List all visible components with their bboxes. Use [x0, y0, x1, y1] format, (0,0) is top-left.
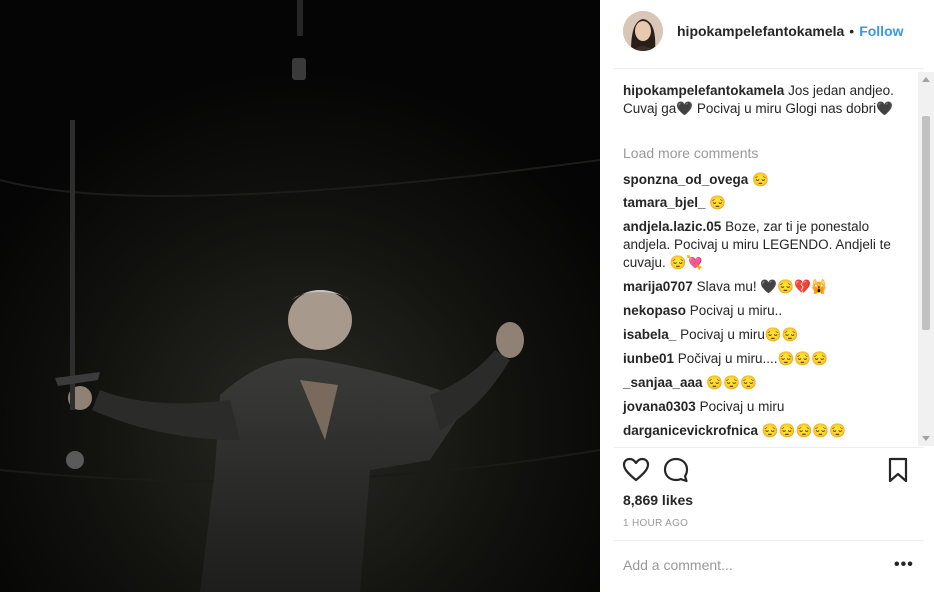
comment-username-link[interactable]: iunbe01 — [623, 351, 674, 366]
caption-username-link[interactable]: hipokampelefantokamela — [623, 83, 784, 98]
comment-item: sponzna_od_ovega 😔 — [623, 171, 899, 189]
comments-list[interactable]: hipokampelefantokamela Jos jedan andjeo.… — [600, 74, 920, 446]
comment-item: isabela_ Pocivaj u miru😔😔 — [623, 326, 899, 344]
action-bar — [600, 456, 934, 488]
likes-count[interactable]: 8,869 likes — [623, 492, 693, 508]
instagram-post-modal: hipokampelefantokamela • Follow hipokamp… — [0, 0, 934, 592]
comment-text: 😔😔😔 — [706, 375, 757, 390]
header-divider — [614, 68, 924, 69]
post-header: hipokampelefantokamela • Follow — [600, 0, 934, 62]
post-photo[interactable] — [0, 0, 600, 592]
header-separator: • — [849, 23, 855, 39]
comment-text: Pocivaj u miru — [699, 399, 785, 414]
heart-icon[interactable] — [622, 456, 650, 484]
load-more-comments-button[interactable]: Load more comments — [623, 145, 758, 161]
comment-username-link[interactable]: _sanjaa_aaa — [623, 375, 703, 390]
comment-username-link[interactable]: darganicevickrofnica — [623, 423, 758, 438]
bookmark-icon[interactable] — [884, 456, 912, 484]
post-side-panel: hipokampelefantokamela • Follow hipokamp… — [600, 0, 934, 592]
comment-item: iunbe01 Počivaj u miru....😔😔😔 — [623, 350, 899, 368]
scrollbar-thumb[interactable] — [922, 116, 930, 330]
header-username-link[interactable]: hipokampelefantokamela — [677, 23, 844, 39]
comment-username-link[interactable]: isabela_ — [623, 327, 676, 342]
stage-performer-image — [0, 0, 600, 592]
comment-item: _sanjaa_aaa 😔😔😔 — [623, 374, 899, 392]
caption: hipokampelefantokamela Jos jedan andjeo.… — [623, 82, 899, 118]
comments-scrollbar[interactable] — [918, 72, 934, 446]
comment-text: Počivaj u miru....😔😔😔 — [677, 351, 828, 366]
follow-button[interactable]: Follow — [859, 23, 903, 39]
comment-item: darganicevickrofnica 😔😔😔😔😔 — [623, 422, 899, 440]
comment-item: tamara_bjel_ 😔 — [623, 194, 899, 212]
comment-username-link[interactable]: tamara_bjel_ — [623, 195, 706, 210]
comment-item: nekopaso Pocivaj u miru.. — [623, 302, 899, 320]
comment-username-link[interactable]: andjela.lazic.05 — [623, 219, 721, 234]
scroll-up-arrow-icon[interactable] — [922, 77, 930, 82]
comment-text: Pocivaj u miru😔😔 — [680, 327, 799, 342]
comment-username-link[interactable]: marija0707 — [623, 279, 693, 294]
comment-text: Slava mu! 🖤😔💔🙀 — [696, 279, 828, 294]
comment-text: Pocivaj u miru.. — [689, 303, 783, 318]
actions-divider — [614, 447, 924, 448]
comment-item: marija0707 Slava mu! 🖤😔💔🙀 — [623, 278, 899, 296]
comment-text: 😔😔😔😔😔 — [761, 423, 846, 438]
comment-input-divider — [614, 540, 924, 541]
more-options-icon[interactable]: ••• — [894, 556, 914, 574]
comment-text: 😔 — [752, 172, 769, 187]
comment-item: andjela.lazic.05 Boze, zar ti je ponesta… — [623, 218, 899, 272]
comment-username-link[interactable]: sponzna_od_ovega — [623, 172, 748, 187]
comment-item: jovana0303 Pocivaj u miru — [623, 398, 899, 416]
comment-username-link[interactable]: nekopaso — [623, 303, 686, 318]
add-comment-input[interactable] — [623, 554, 883, 576]
comment-text: 😔 — [709, 195, 727, 210]
scroll-down-arrow-icon[interactable] — [922, 436, 930, 441]
post-timestamp[interactable]: 1 HOUR AGO — [623, 518, 688, 529]
comment-username-link[interactable]: jovana0303 — [623, 399, 696, 414]
avatar[interactable] — [623, 11, 663, 51]
speech-bubble-icon[interactable] — [662, 456, 690, 484]
